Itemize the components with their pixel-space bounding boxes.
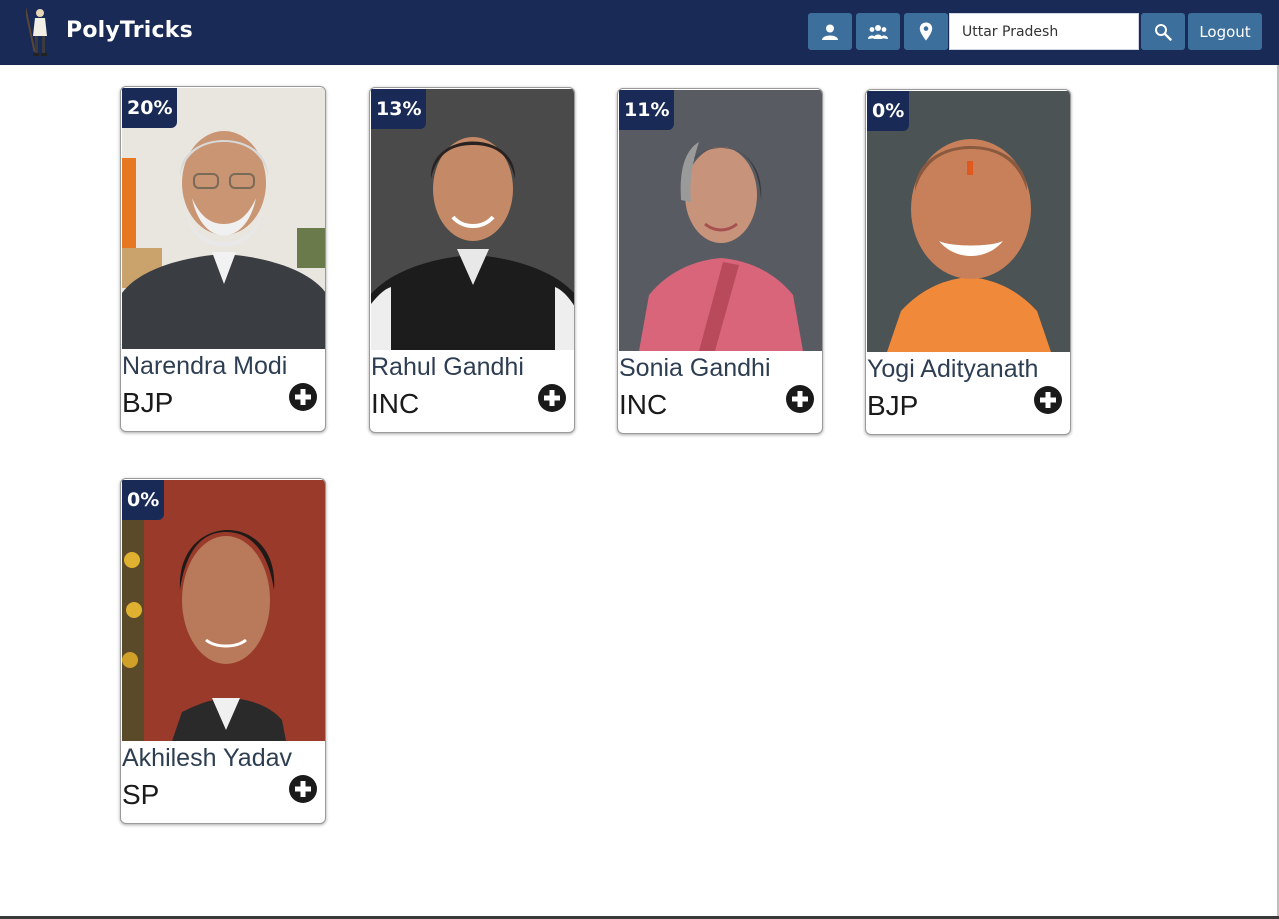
vote-percent-badge: 13% [371,89,427,129]
search-icon [1155,23,1172,41]
leader-card[interactable]: 13% Rahul Gandhi INC [369,87,575,433]
logout-button[interactable]: Logout [1188,13,1262,50]
vote-percent-badge: 0% [867,91,910,131]
leader-card[interactable]: 20% Narendra Modi BJP [120,86,326,432]
plus-circle-icon[interactable] [786,385,814,413]
leader-card[interactable]: 0% Akhilesh Yadav SP [120,478,326,824]
navbar: PolyTricks Logout [0,0,1279,65]
leader-card[interactable]: 11% Sonia Gandhi INC [617,88,823,434]
leader-party: BJP [867,390,919,421]
group-button[interactable] [856,13,900,50]
plus-circle-icon[interactable] [289,775,317,803]
plus-circle-icon[interactable] [1034,386,1062,414]
search-input[interactable] [949,13,1139,50]
leader-name: Sonia Gandhi [619,354,771,382]
search-button[interactable] [1141,13,1185,50]
brand-name[interactable]: PolyTricks [66,18,193,43]
leader-party: SP [122,779,160,810]
leader-figure-icon[interactable] [26,6,54,58]
plus-circle-icon[interactable] [538,384,566,412]
leader-name: Yogi Adityanath [867,355,1039,383]
leader-name: Rahul Gandhi [371,353,524,381]
leader-name: Akhilesh Yadav [122,744,293,772]
leader-party: BJP [122,387,174,418]
leader-card[interactable]: 0% Yogi Adityanath BJP [865,89,1071,435]
user-icon [822,24,838,40]
vote-percent-badge: 0% [122,480,165,520]
location-button[interactable] [904,13,948,50]
vote-percent-badge: 11% [619,90,675,130]
location-pin-icon [919,22,933,41]
vote-percent-badge: 20% [122,88,178,128]
group-icon [868,24,888,39]
leader-name: Narendra Modi [122,352,288,380]
plus-circle-icon[interactable] [289,383,317,411]
leader-party: INC [371,388,420,419]
profile-button[interactable] [808,13,852,50]
leader-party: INC [619,389,668,420]
